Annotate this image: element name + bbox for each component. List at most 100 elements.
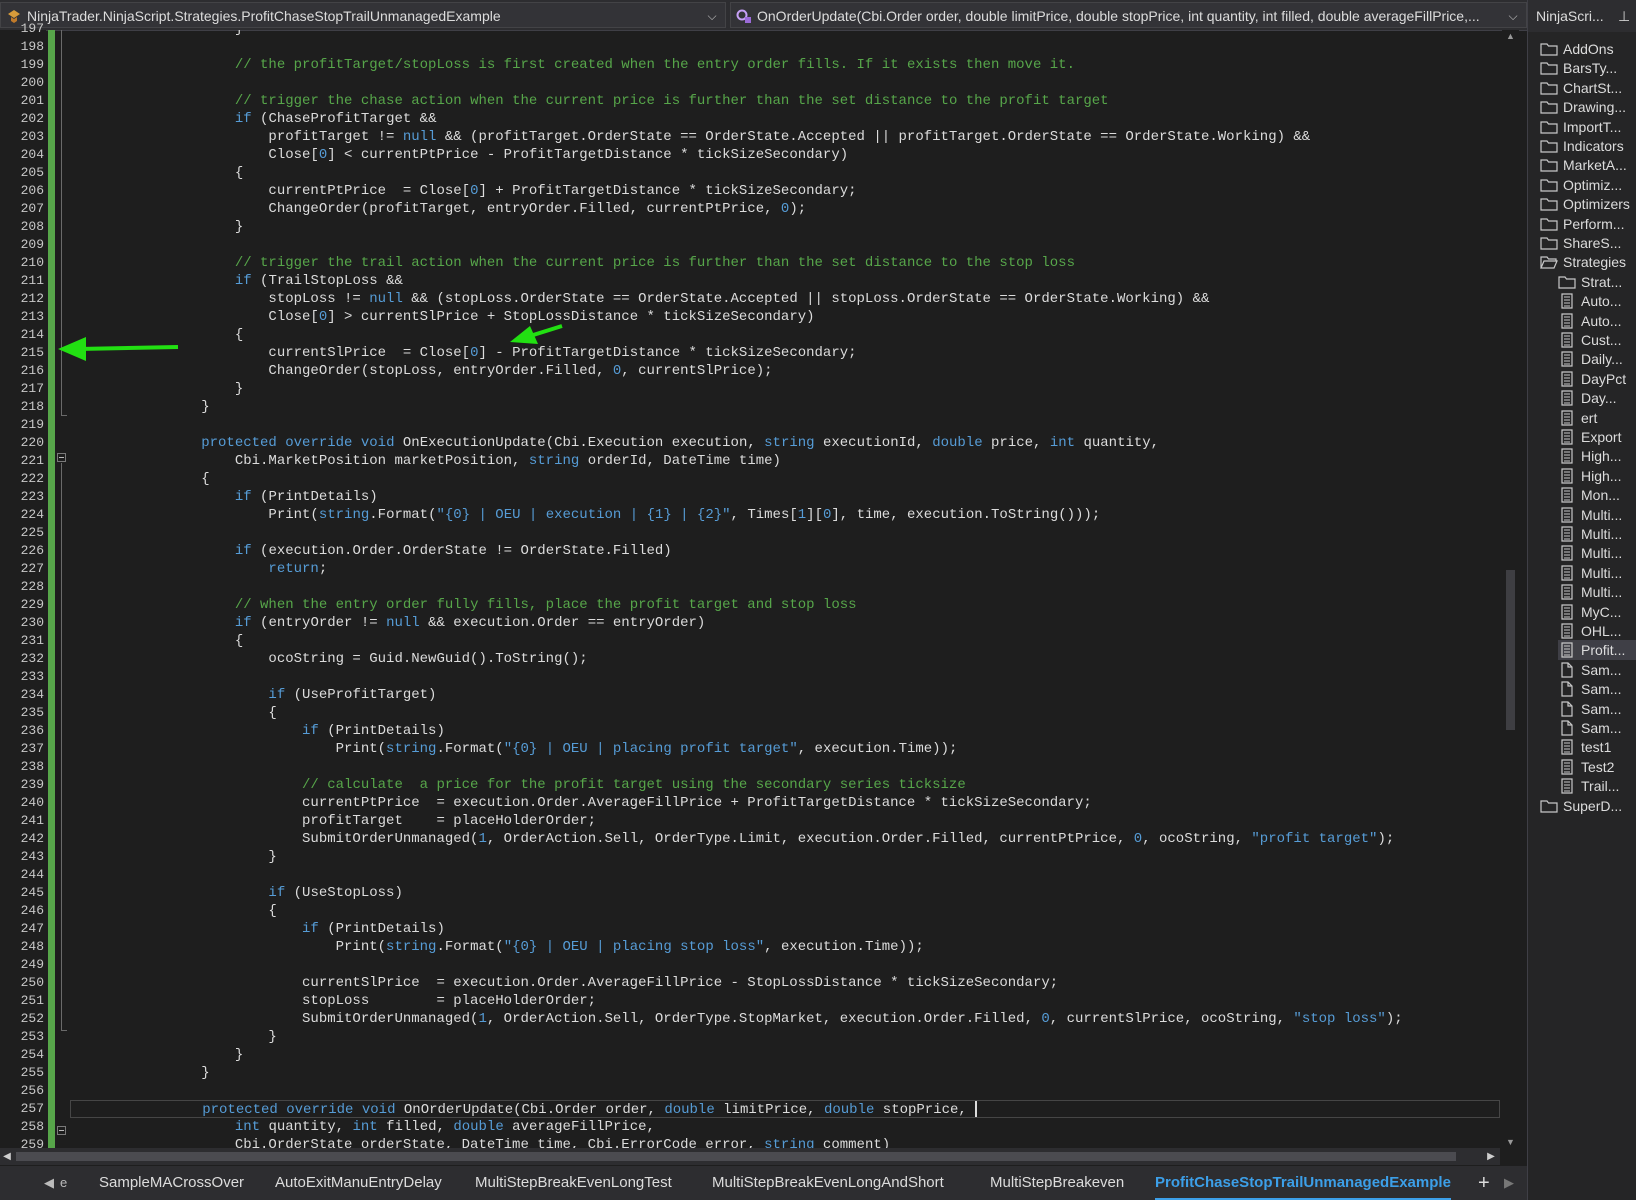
code-line[interactable]: // the profitTarget/stopLoss is first cr…	[134, 56, 1075, 74]
explorer-item[interactable]: test1	[1558, 737, 1636, 757]
current-code-line[interactable]: protected override void OnOrderUpdate(Cb…	[70, 1100, 1500, 1118]
code-line[interactable]: if (PrintDetails)	[134, 488, 378, 506]
code-line[interactable]: if (PrintDetails)	[134, 722, 445, 740]
tab-multistepbreakevenlongtest[interactable]: MultiStepBreakEvenLongTest	[475, 1166, 672, 1200]
code-line[interactable]: if (PrintDetails)	[134, 920, 445, 938]
code-line[interactable]: }	[134, 218, 243, 236]
code-line[interactable]: {	[134, 704, 276, 722]
code-line[interactable]: stopLoss = placeHolderOrder;	[134, 992, 596, 1010]
code-editor[interactable]: } // the profitTarget/stopLoss is first …	[70, 30, 1500, 1148]
code-line[interactable]: ChangeOrder(profitTarget, entryOrder.Fil…	[134, 200, 806, 218]
horizontal-scroll-thumb[interactable]	[16, 1152, 1456, 1161]
explorer-item[interactable]: Perform...	[1540, 214, 1636, 234]
code-line[interactable]: currentPtPrice = execution.Order.Average…	[134, 794, 1092, 812]
explorer-item[interactable]: ShareS...	[1540, 233, 1636, 253]
code-line[interactable]: int quantity, int filled, double average…	[134, 1118, 655, 1136]
explorer-item[interactable]: OHL...	[1558, 621, 1636, 641]
explorer-item[interactable]: MyC...	[1558, 602, 1636, 622]
code-line[interactable]: }	[134, 1046, 243, 1064]
explorer-item[interactable]: Indicators	[1540, 136, 1636, 156]
code-line[interactable]: Cbi.OrderState orderState, DateTime time…	[134, 1136, 890, 1148]
explorer-item[interactable]: Multi...	[1558, 524, 1636, 544]
explorer-item[interactable]: ImportT...	[1540, 117, 1636, 137]
scroll-up-icon[interactable]: ▲	[1505, 32, 1516, 41]
code-line[interactable]: if (entryOrder != null && execution.Orde…	[134, 614, 706, 632]
code-line[interactable]: // trigger the chase action when the cur…	[134, 92, 1109, 110]
code-line[interactable]: }	[134, 398, 209, 416]
pin-icon[interactable]: ⊥	[1618, 0, 1630, 32]
explorer-item[interactable]: High...	[1558, 466, 1636, 486]
explorer-item[interactable]: Sam...	[1558, 699, 1636, 719]
code-line[interactable]: stopLoss != null && (stopLoss.OrderState…	[134, 290, 1209, 308]
explorer-item[interactable]: Strat...	[1558, 272, 1636, 292]
code-line[interactable]: Print(string.Format("{0} | OEU | placing…	[134, 740, 958, 758]
explorer-item[interactable]: Mon...	[1558, 485, 1636, 505]
explorer-item[interactable]: Strategies	[1540, 252, 1636, 272]
explorer-item[interactable]: BarsTy...	[1540, 58, 1636, 78]
code-line[interactable]: // calculate a price for the profit targ…	[134, 776, 966, 794]
code-line[interactable]: }	[134, 380, 243, 398]
code-line[interactable]: if (ChaseProfitTarget &&	[134, 110, 437, 128]
code-line[interactable]: // trigger the trail action when the cur…	[134, 254, 1075, 272]
code-line[interactable]: }	[134, 1064, 209, 1082]
explorer-item[interactable]: ChartSt...	[1540, 78, 1636, 98]
code-line[interactable]: currentSlPrice = Close[0] - ProfitTarget…	[134, 344, 856, 362]
code-line[interactable]: SubmitOrderUnmanaged(1, OrderAction.Sell…	[134, 1010, 1403, 1028]
explorer-item[interactable]: DayPct	[1558, 369, 1636, 389]
explorer-item[interactable]: Multi...	[1558, 543, 1636, 563]
tab-samplemacrossover[interactable]: SampleMACrossOver	[99, 1166, 244, 1200]
explorer-item[interactable]: Sam...	[1558, 718, 1636, 738]
member-selector[interactable]: OnOrderUpdate(Cbi.Order order, double li…	[730, 2, 1527, 28]
code-line[interactable]: {	[134, 326, 243, 344]
code-line[interactable]: Close[0] < currentPtPrice - ProfitTarget…	[134, 146, 848, 164]
horizontal-scrollbar[interactable]: ◀ ▶	[0, 1148, 1500, 1165]
scroll-right-icon[interactable]: ▶	[1484, 1148, 1498, 1165]
explorer-item[interactable]: ert	[1558, 408, 1636, 428]
tab-scroll-right-icon[interactable]: ▶	[1504, 1166, 1514, 1200]
code-line[interactable]: if (UseProfitTarget)	[134, 686, 436, 704]
explorer-item[interactable]: Daily...	[1558, 349, 1636, 369]
code-line[interactable]: profitTarget != null && (profitTarget.Or…	[134, 128, 1310, 146]
scroll-down-icon[interactable]: ▼	[1505, 1138, 1516, 1147]
tab-autoexitmanuentrydelay[interactable]: AutoExitManuEntryDelay	[275, 1166, 442, 1200]
class-selector[interactable]: NinjaTrader.NinjaScript.Strategies.Profi…	[0, 2, 726, 28]
add-tab-button[interactable]: +	[1478, 1166, 1490, 1200]
vertical-scrollbar[interactable]: ▲ ▼	[1502, 30, 1519, 1148]
code-line[interactable]: {	[134, 164, 243, 182]
collapse-icon[interactable]	[57, 453, 66, 462]
tab-multistepbreakeven[interactable]: MultiStepBreakeven	[990, 1166, 1124, 1200]
explorer-item[interactable]: Multi...	[1558, 563, 1636, 583]
explorer-item[interactable]: Sam...	[1558, 660, 1636, 680]
explorer-item[interactable]: Trail...	[1558, 776, 1636, 796]
explorer-item[interactable]: Auto...	[1558, 311, 1636, 331]
code-line[interactable]: // when the entry order fully fills, pla…	[134, 596, 857, 614]
vertical-scroll-thumb[interactable]	[1506, 570, 1515, 730]
explorer-item[interactable]: Export	[1558, 427, 1636, 447]
code-line[interactable]: }	[134, 30, 243, 38]
code-line[interactable]: Close[0] > currentSlPrice + StopLossDist…	[134, 308, 814, 326]
code-line[interactable]: SubmitOrderUnmanaged(1, OrderAction.Sell…	[134, 830, 1394, 848]
code-line[interactable]: Print(string.Format("{0} | OEU | executi…	[134, 506, 1100, 524]
tab-multistepbreakevenlongandshort[interactable]: MultiStepBreakEvenLongAndShort	[712, 1166, 944, 1200]
explorer-item[interactable]: Drawing...	[1540, 97, 1636, 117]
code-line[interactable]: protected override void OnExecutionUpdat…	[134, 434, 1159, 452]
code-line[interactable]: Cbi.MarketPosition marketPosition, strin…	[134, 452, 781, 470]
explorer-item[interactable]: Optimizers	[1540, 194, 1636, 214]
explorer-item[interactable]: Sam...	[1558, 679, 1636, 699]
code-line[interactable]: currentSlPrice = execution.Order.Average…	[134, 974, 1058, 992]
code-line[interactable]: profitTarget = placeHolderOrder;	[134, 812, 596, 830]
explorer-item[interactable]: Cust...	[1558, 330, 1636, 350]
explorer-item[interactable]: AddOns	[1540, 39, 1636, 59]
code-line[interactable]: {	[134, 632, 243, 650]
explorer-item[interactable]: Multi...	[1558, 582, 1636, 602]
code-line[interactable]: {	[134, 470, 209, 488]
explorer-item[interactable]: Optimiz...	[1540, 175, 1636, 195]
code-line[interactable]: if (TrailStopLoss &&	[134, 272, 403, 290]
code-line[interactable]: ChangeOrder(stopLoss, entryOrder.Filled,…	[134, 362, 772, 380]
explorer-item[interactable]: Day...	[1558, 388, 1636, 408]
code-line[interactable]: Print(string.Format("{0} | OEU | placing…	[134, 938, 924, 956]
code-line[interactable]: return;	[134, 560, 327, 578]
scroll-left-icon[interactable]: ◀	[0, 1148, 14, 1165]
explorer-item[interactable]: MarketA...	[1540, 155, 1636, 175]
code-line[interactable]: {	[134, 902, 276, 920]
